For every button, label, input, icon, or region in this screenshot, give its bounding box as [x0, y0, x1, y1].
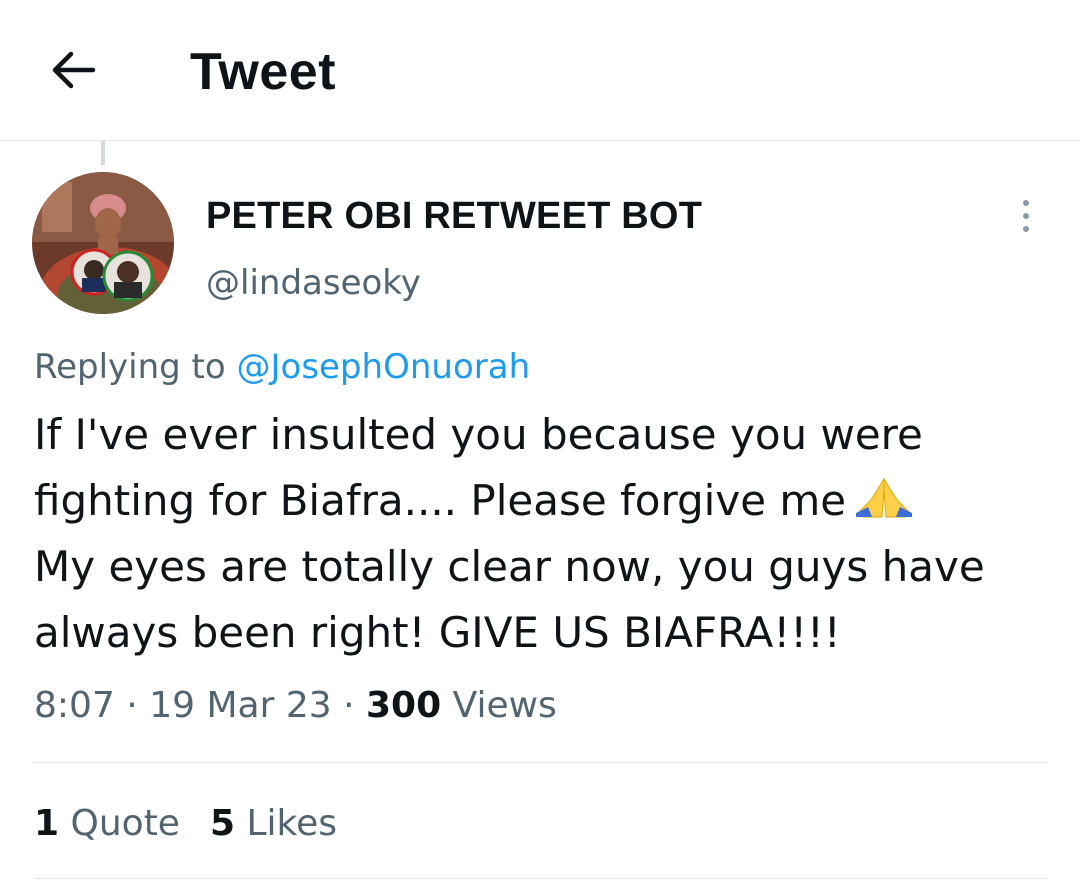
- meta-separator: ·: [343, 685, 355, 726]
- folded-hands-emoji: [856, 477, 913, 518]
- replying-to: Replying to @JosephOnuorah: [34, 346, 530, 388]
- replying-to-handle-link[interactable]: @JosephOnuorah: [237, 347, 531, 387]
- tweet-text: If I've ever insulted you because you we…: [34, 402, 1054, 666]
- tweet-meta: 8:07 · 19 Mar 23 · 300 Views: [34, 684, 557, 728]
- tweet-text-line-with-emoji: fighting for Biafra.... Please forgive m…: [34, 468, 1054, 534]
- more-dot: [1023, 226, 1029, 232]
- tweet-time[interactable]: 8:07: [34, 685, 115, 726]
- replying-to-label: Replying to: [34, 347, 226, 387]
- header-divider: [0, 140, 1080, 141]
- tweet-stats: 1 Quote 5 Likes: [34, 802, 337, 846]
- tweet-text-line: always been right! GIVE US BIAFRA!!!!: [34, 608, 841, 657]
- likes-count: 5: [209, 803, 236, 844]
- author-name[interactable]: PETER OBI RETWEET BOT: [206, 194, 702, 238]
- more-dot: [1023, 213, 1029, 219]
- tweet-text-line: If I've ever insulted you because you we…: [34, 410, 923, 459]
- quotes-label: Quote: [70, 803, 180, 844]
- more-vertical-icon: [1023, 200, 1029, 206]
- thread-connector-line: [101, 141, 105, 165]
- quotes-count: 1: [34, 803, 60, 844]
- quotes-stat[interactable]: 1 Quote: [34, 802, 180, 846]
- more-options-button[interactable]: [1010, 196, 1042, 236]
- tweet-text-line: fighting for Biafra.... Please forgive m…: [34, 476, 847, 525]
- page-title: Tweet: [190, 43, 337, 101]
- tweet-text-line: My eyes are totally clear now, you guys …: [34, 542, 985, 591]
- avatar[interactable]: [32, 172, 174, 314]
- meta-divider: [34, 762, 1048, 763]
- views-count: 300: [366, 685, 442, 726]
- likes-stat[interactable]: 5 Likes: [210, 802, 337, 846]
- author-handle[interactable]: @lindaseoky: [206, 262, 421, 304]
- views-label: Views: [452, 685, 557, 726]
- avatar-image: [32, 172, 174, 314]
- meta-separator: ·: [126, 685, 138, 726]
- back-button[interactable]: [48, 44, 100, 96]
- top-bar: Tweet: [0, 0, 1080, 140]
- stats-divider: [34, 878, 1048, 879]
- tweet-date[interactable]: 19 Mar 23: [149, 685, 331, 726]
- arrow-left-icon: [52, 51, 96, 89]
- likes-label: Likes: [246, 803, 338, 844]
